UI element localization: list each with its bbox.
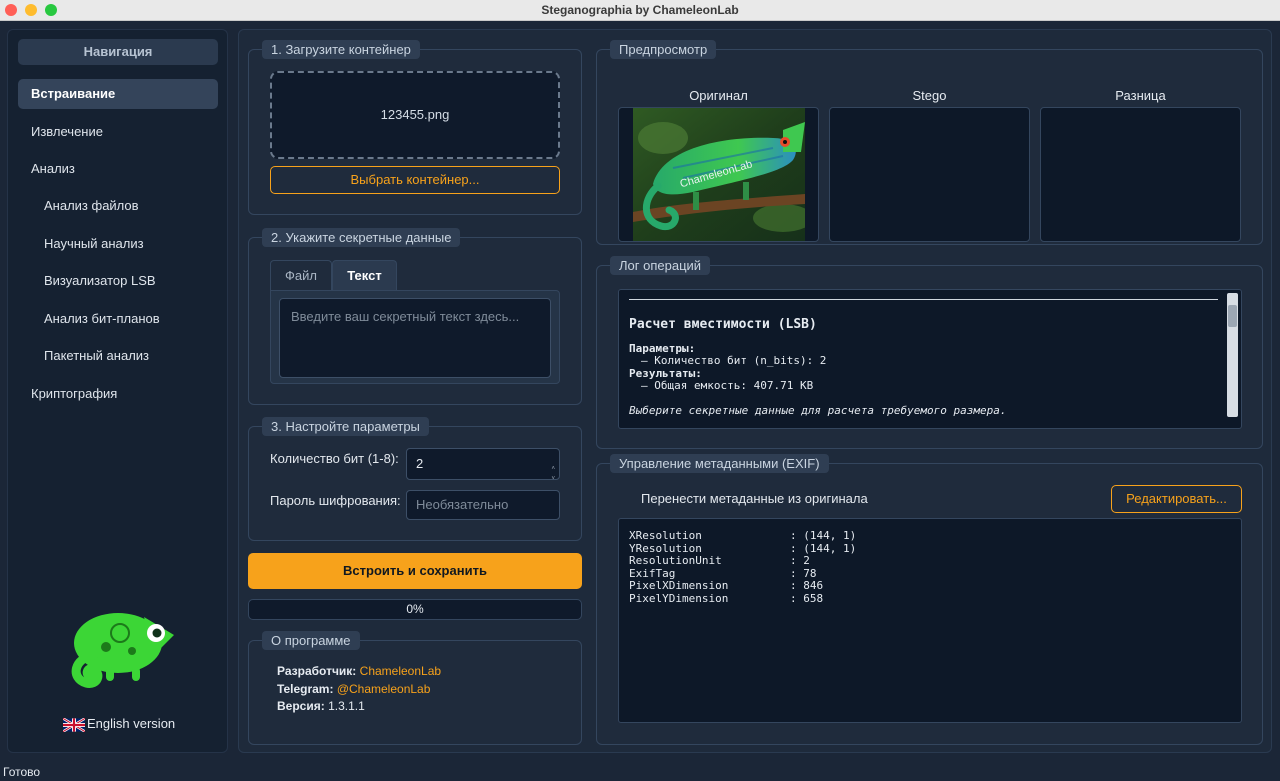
diff-header: Разница bbox=[1115, 88, 1166, 103]
diff-preview bbox=[1040, 107, 1241, 242]
secret-text-input[interactable]: Введите ваш секретный текст здесь... bbox=[279, 298, 551, 378]
exif-value: : 846 bbox=[790, 579, 824, 592]
preview-group-title: Предпросмотр bbox=[610, 40, 717, 59]
bits-label: Количество бит (1-8): bbox=[270, 451, 399, 466]
exif-value: : 2 bbox=[790, 554, 810, 567]
edit-metadata-button[interactable]: Редактировать... bbox=[1111, 485, 1242, 513]
embed-save-button[interactable]: Встроить и сохранить bbox=[248, 553, 582, 589]
password-input[interactable]: Необязательно bbox=[406, 490, 560, 520]
exif-row: XResolution bbox=[629, 529, 702, 542]
password-label: Пароль шифрования: bbox=[270, 493, 401, 508]
developer-link[interactable]: ChameleonLab bbox=[360, 664, 441, 678]
sidebar: Навигация Встраивание Извлечение Анализ … bbox=[7, 29, 228, 753]
nav-item-cryptography[interactable]: Криптография bbox=[31, 386, 117, 401]
tab-text[interactable]: Текст bbox=[332, 260, 397, 290]
window-title: Steganographia by ChameleonLab bbox=[541, 3, 739, 17]
tab-file[interactable]: Файл bbox=[270, 260, 332, 290]
nav-item-file-analysis[interactable]: Анализ файлов bbox=[44, 198, 139, 213]
log-heading: Расчет вместимости (LSB) bbox=[629, 317, 817, 332]
language-switch[interactable]: English version bbox=[63, 716, 175, 732]
log-separator bbox=[629, 299, 1218, 300]
secret-group-title: 2. Укажите секретные данные bbox=[262, 228, 461, 247]
developer-label: Разработчик: bbox=[277, 664, 357, 678]
original-preview: ChameleonLab bbox=[618, 107, 819, 242]
container-dropzone[interactable]: 123455.png bbox=[270, 71, 560, 159]
log-params-line: – Количество бит (n_bits): 2 bbox=[641, 354, 827, 367]
secret-group: 2. Укажите секретные данные Файл Текст В… bbox=[248, 228, 582, 405]
exif-value: : (144, 1) bbox=[790, 541, 857, 555]
log-scroll-thumb[interactable] bbox=[1228, 305, 1237, 327]
stego-preview bbox=[829, 107, 1030, 242]
chameleon-photo: ChameleonLab bbox=[633, 108, 805, 241]
exif-row: ResolutionUnit bbox=[629, 554, 722, 567]
nav-item-lsb-visualizer[interactable]: Визуализатор LSB bbox=[44, 273, 156, 288]
exif-row: PixelYDimension bbox=[629, 591, 729, 605]
container-group-title: 1. Загрузите контейнер bbox=[262, 40, 420, 59]
log-group-title: Лог операций bbox=[610, 256, 711, 275]
about-developer: Разработчик: ChameleonLab bbox=[277, 664, 441, 678]
log-output: Расчет вместимости (LSB) Параметры: – Ко… bbox=[618, 289, 1242, 429]
main-panel: 1. Загрузите контейнер 123455.png Выбрат… bbox=[238, 29, 1272, 753]
language-label: English version bbox=[87, 716, 176, 731]
exif-row: ExifTag bbox=[629, 566, 676, 580]
about-group: О программе Разработчик: ChameleonLab Te… bbox=[248, 631, 582, 745]
telegram-link[interactable]: @ChameleonLab bbox=[337, 682, 431, 696]
nav-item-scientific-analysis[interactable]: Научный анализ bbox=[44, 236, 144, 251]
progress-bar: 0% bbox=[248, 599, 582, 620]
exif-group-title: Управление метаданными (EXIF) bbox=[610, 454, 829, 473]
uk-flag-icon bbox=[63, 717, 85, 732]
status-bar-text: Готово bbox=[3, 765, 41, 779]
nav-item-batch-analysis[interactable]: Пакетный анализ bbox=[44, 348, 149, 363]
exif-value: : 658 bbox=[790, 591, 824, 605]
version-label: Версия: bbox=[277, 699, 325, 713]
version-value: 1.3.1.1 bbox=[328, 699, 365, 713]
params-group: 3. Настройте параметры Количество бит (1… bbox=[248, 417, 582, 541]
log-scrollbar[interactable] bbox=[1227, 293, 1238, 417]
about-version: Версия: 1.3.1.1 bbox=[277, 699, 365, 713]
exif-row: YResolution bbox=[629, 541, 702, 555]
nav-header: Навигация bbox=[18, 39, 218, 65]
container-group: 1. Загрузите контейнер 123455.png Выбрат… bbox=[248, 40, 582, 215]
about-group-title: О программе bbox=[262, 631, 360, 650]
nav-item-embed[interactable]: Встраивание bbox=[18, 79, 218, 109]
preview-group: Предпросмотр Оригинал Stego Разница Cham… bbox=[596, 40, 1263, 245]
exif-output: XResolution : (144, 1) YResolution : (14… bbox=[618, 518, 1242, 723]
bits-spinbox[interactable]: 2 ˄ ˅ bbox=[406, 448, 560, 482]
nav-item-analysis[interactable]: Анализ bbox=[31, 161, 75, 176]
original-header: Оригинал bbox=[689, 88, 748, 103]
exif-group: Управление метаданными (EXIF) Перенести … bbox=[596, 454, 1263, 745]
nav-item-extract[interactable]: Извлечение bbox=[31, 124, 103, 139]
exif-value: : 78 bbox=[790, 566, 817, 580]
choose-container-button[interactable]: Выбрать контейнер... bbox=[270, 166, 560, 194]
transfer-metadata-label[interactable]: Перенести метаданные из оригинала bbox=[641, 491, 868, 506]
chameleon-logo-icon bbox=[71, 613, 174, 688]
exif-value: : (144, 1) bbox=[790, 529, 857, 542]
nav-item-bitplane-analysis[interactable]: Анализ бит-планов bbox=[44, 311, 160, 326]
title-bar: Steganographia by ChameleonLab bbox=[0, 0, 1280, 21]
params-group-title: 3. Настройте параметры bbox=[262, 417, 429, 436]
stego-header: Stego bbox=[912, 88, 947, 103]
log-hint: Выберите секретные данные для расчета тр… bbox=[629, 404, 1007, 417]
text-tab-pane: Введите ваш секретный текст здесь... bbox=[270, 290, 560, 384]
exif-row: PixelXDimension bbox=[629, 579, 729, 592]
log-results-line: – Общая емкость: 407.71 KB bbox=[641, 379, 814, 392]
about-telegram: Telegram: @ChameleonLab bbox=[277, 682, 430, 696]
telegram-label: Telegram: bbox=[277, 682, 334, 696]
bits-value: 2 bbox=[416, 456, 424, 471]
log-group: Лог операций Расчет вместимости (LSB) Па… bbox=[596, 256, 1263, 449]
